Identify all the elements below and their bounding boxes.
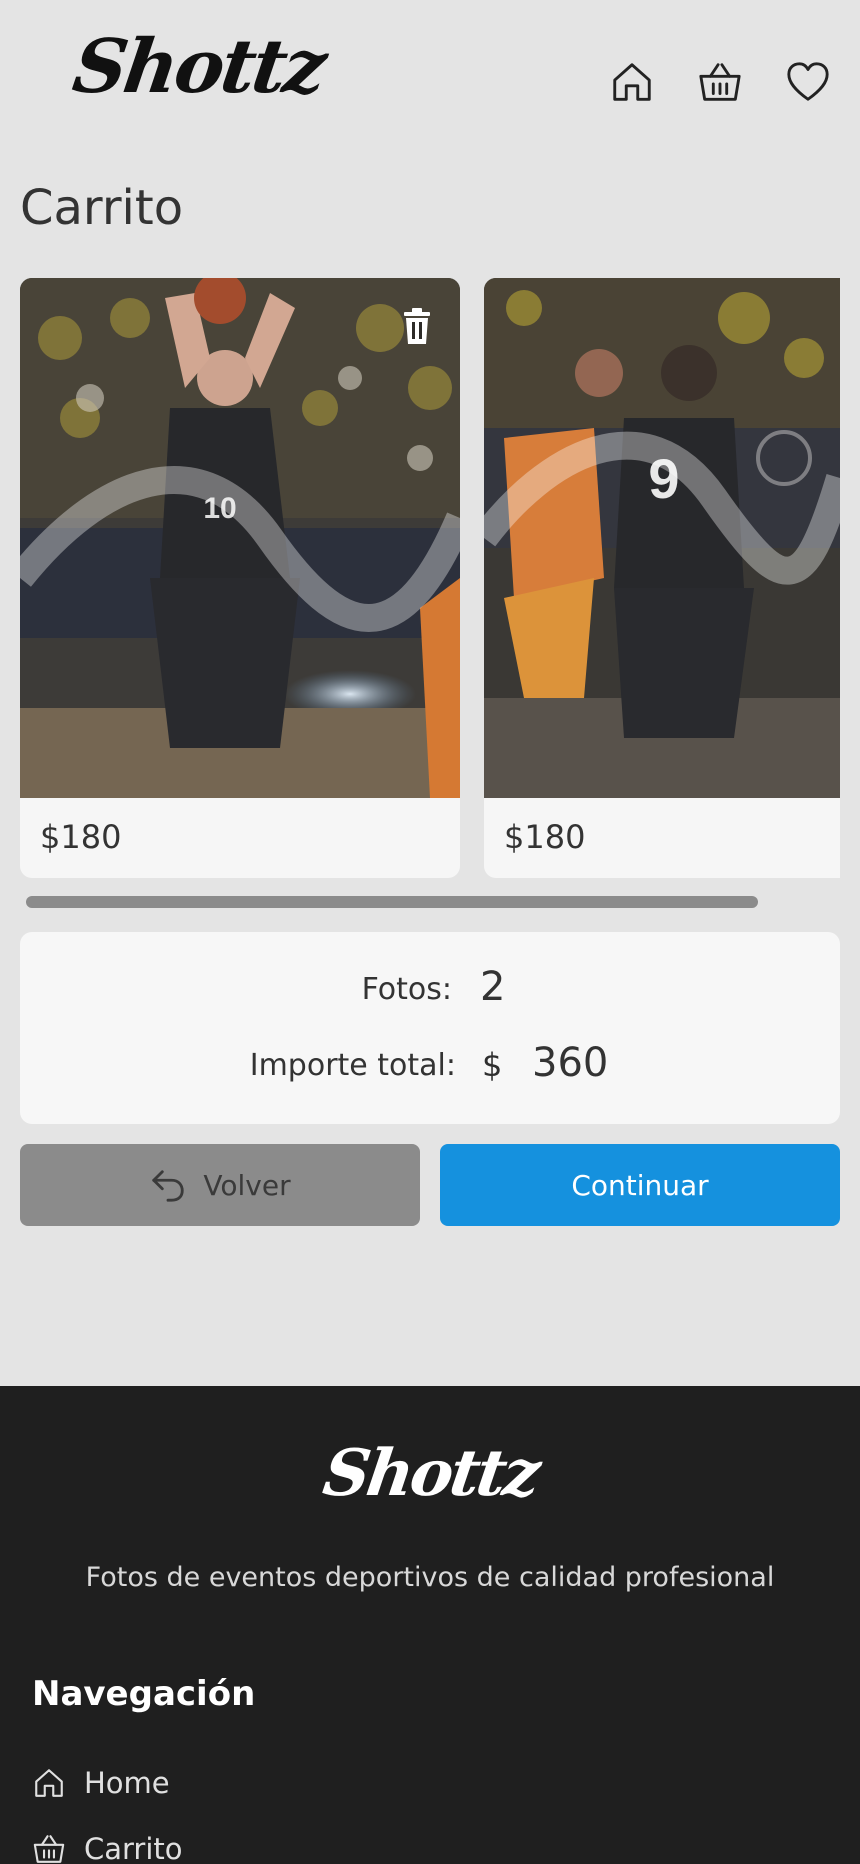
total-value: 360 bbox=[532, 1040, 609, 1086]
footer-link-label: Carrito bbox=[84, 1832, 183, 1864]
home-icon bbox=[35, 1769, 63, 1797]
item-price: $180 bbox=[40, 818, 122, 856]
heart-icon[interactable] bbox=[782, 58, 834, 106]
top-header: Shottz bbox=[0, 0, 860, 160]
brand-logo[interactable]: Shottz bbox=[68, 24, 329, 110]
footer-logo[interactable]: Shottz bbox=[0, 1436, 860, 1511]
undo-arrow-icon bbox=[152, 1170, 185, 1202]
carousel-scrollbar[interactable] bbox=[26, 896, 758, 908]
cart-item-photo: 10 bbox=[20, 278, 460, 798]
photos-count-row: Fotos: 2 bbox=[20, 962, 840, 1022]
cart-item-card: 9 $180 bbox=[484, 278, 840, 878]
back-button[interactable]: Volver bbox=[20, 1144, 420, 1226]
footer-logo-text: Shottz bbox=[318, 1436, 542, 1511]
cart-item-card: 10 $180 bbox=[20, 278, 460, 878]
order-summary: Fotos: 2 Importe total: $ 360 bbox=[20, 932, 840, 1124]
footer-link-carrito[interactable]: Carrito bbox=[32, 1832, 183, 1864]
home-icon[interactable] bbox=[606, 58, 658, 106]
basket-icon bbox=[33, 1835, 65, 1863]
item-price: $180 bbox=[504, 818, 586, 856]
footer-link-label: Home bbox=[84, 1766, 170, 1800]
total-label: Importe total: bbox=[249, 1048, 456, 1083]
basket-icon[interactable] bbox=[694, 58, 746, 106]
total-row: Importe total: $ 360 bbox=[20, 1038, 840, 1098]
page-title: Carrito bbox=[20, 180, 184, 236]
cart-item-photo: 9 bbox=[484, 278, 840, 798]
photos-label: Fotos: bbox=[361, 972, 452, 1007]
delete-trash-icon[interactable] bbox=[402, 308, 432, 344]
header-nav bbox=[606, 58, 834, 106]
continue-button-label: Continuar bbox=[571, 1168, 709, 1202]
continue-button[interactable]: Continuar bbox=[440, 1144, 840, 1226]
photos-count: 2 bbox=[480, 964, 506, 1010]
back-button-label: Volver bbox=[203, 1168, 291, 1202]
footer-nav-heading: Navegación bbox=[32, 1674, 256, 1714]
site-footer: Shottz Fotos de eventos deportivos de ca… bbox=[0, 1386, 860, 1864]
footer-link-home[interactable]: Home bbox=[32, 1766, 170, 1800]
cart-carousel[interactable]: 10 $180 9 $180 bbox=[20, 278, 840, 878]
currency-symbol: $ bbox=[482, 1046, 503, 1084]
footer-tagline: Fotos de eventos deportivos de calidad p… bbox=[85, 1562, 775, 1593]
